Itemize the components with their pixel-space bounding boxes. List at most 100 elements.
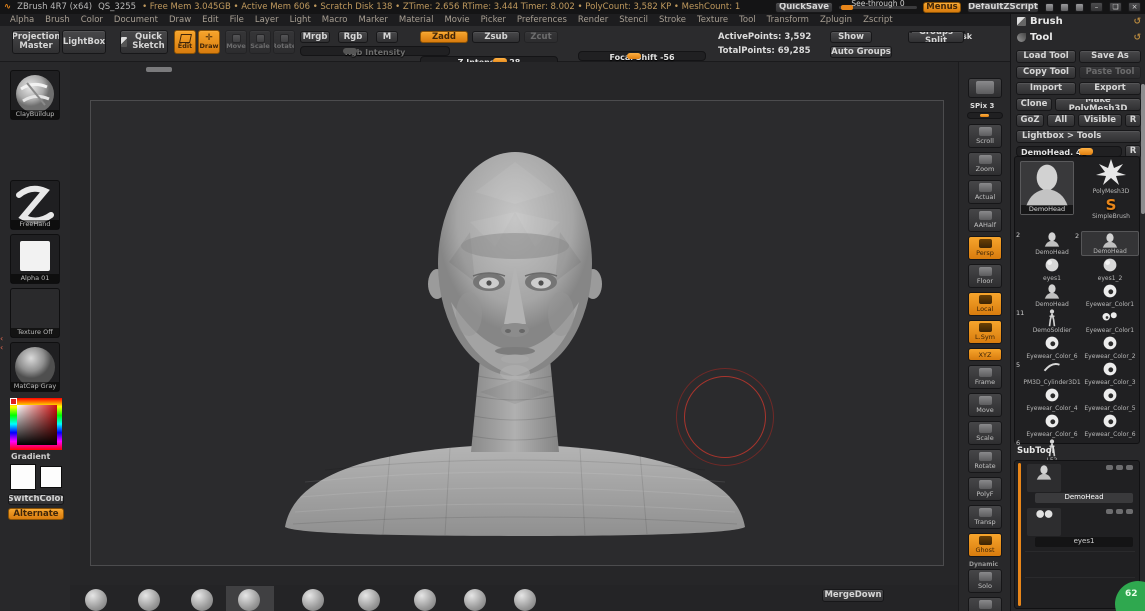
visible-button[interactable]: Visible	[1078, 114, 1122, 127]
tray-thumbnail-8[interactable]	[514, 589, 536, 611]
aahalf-button[interactable]: AAHalf	[968, 208, 1002, 232]
minimize-button[interactable]: –	[1090, 2, 1103, 12]
menu-item-texture[interactable]: Texture	[697, 15, 728, 25]
menu-item-light[interactable]: Light	[290, 15, 311, 25]
copy-tool-button[interactable]: Copy Tool	[1016, 66, 1076, 79]
alternate-button[interactable]: Alternate	[8, 508, 64, 520]
current-alpha-thumbnail[interactable]: Alpha 01	[10, 234, 60, 284]
move-button[interactable]: Move	[225, 30, 247, 54]
menus-button[interactable]: Menus	[923, 2, 961, 13]
menu-item-alpha[interactable]: Alpha	[10, 15, 34, 25]
simplebrush-tool[interactable]: S SimpleBrush	[1083, 197, 1139, 227]
menu-item-document[interactable]: Document	[114, 15, 158, 25]
subtool-item-eyes1[interactable]: eyes1	[1025, 507, 1135, 549]
lightbox-tools-bar[interactable]: Lightbox > Tools	[1016, 130, 1141, 143]
frame-button[interactable]: Frame	[968, 365, 1002, 389]
polyf-button[interactable]: PolyF	[968, 477, 1002, 501]
current-stroke-thumbnail[interactable]: FreeHand	[10, 180, 60, 230]
subtool-visibility-icons[interactable]	[1106, 509, 1133, 514]
menu-item-color[interactable]: Color	[81, 15, 103, 25]
move-button[interactable]: Move	[968, 393, 1002, 417]
spix-slider[interactable]	[967, 112, 1003, 119]
zsub-button[interactable]: Zsub	[472, 31, 520, 43]
tool-item-eyewear_color_6[interactable]: Eyewear_Color_6	[1023, 413, 1081, 438]
see-through-slider[interactable]: See-through 0	[839, 2, 917, 13]
menu-item-zplugin[interactable]: Zplugin	[820, 15, 852, 25]
menu-item-render[interactable]: Render	[578, 15, 608, 25]
menu-item-file[interactable]: File	[230, 15, 244, 25]
rgb-intensity-slider[interactable]: Rgb Intensity	[300, 46, 450, 56]
xpose-button[interactable]: Xpose	[968, 597, 1002, 611]
restore-button[interactable]: ❏	[1109, 2, 1122, 12]
subtool-visibility-icons[interactable]	[1106, 465, 1133, 470]
lsym-button[interactable]: L.Sym	[968, 320, 1002, 344]
zcut-button[interactable]: Zcut	[524, 31, 558, 43]
canvas-hscrollbar[interactable]	[146, 67, 172, 72]
quick-sketch-button[interactable]: Quick Sketch	[120, 30, 168, 54]
main-color-swatch[interactable]	[10, 464, 36, 490]
canvas-viewport[interactable]	[70, 62, 958, 585]
load-tool-button[interactable]: Load Tool	[1016, 50, 1076, 63]
all-button[interactable]: All	[1047, 114, 1075, 127]
groups-split-button[interactable]: Groups Split	[908, 31, 964, 43]
tool-item-eyewear_color_2[interactable]: Eyewear_Color_2	[1081, 335, 1139, 360]
tool-item-demohead[interactable]: DemoHead	[1023, 283, 1081, 308]
menu-item-brush[interactable]: Brush	[45, 15, 70, 25]
menu-item-macro[interactable]: Macro	[322, 15, 348, 25]
local-button[interactable]: Local	[968, 292, 1002, 316]
tool-item-eyes1_2[interactable]: eyes1_2	[1081, 257, 1139, 282]
clone-button[interactable]: Clone	[1016, 98, 1052, 111]
ghost-button[interactable]: Ghost	[968, 533, 1002, 557]
tray-thumbnail-0[interactable]	[85, 589, 107, 611]
subtool-item-demohead[interactable]: DemoHead	[1025, 463, 1135, 505]
menu-item-transform[interactable]: Transform	[767, 15, 809, 25]
current-texture-thumbnail[interactable]: Texture Off	[10, 288, 60, 338]
scale-button[interactable]: Scale	[968, 421, 1002, 445]
tool-item-demosoldier[interactable]: DemoSoldier11	[1023, 309, 1081, 334]
import-button[interactable]: Import	[1016, 82, 1076, 95]
goz-button[interactable]: GoZ	[1016, 114, 1044, 127]
r-button[interactable]: R	[1125, 114, 1141, 127]
projection-master-button[interactable]: Projection Master	[12, 30, 60, 54]
close-button[interactable]: ×	[1128, 2, 1141, 12]
menu-item-picker[interactable]: Picker	[481, 15, 506, 25]
focal-shift-slider[interactable]: Focal Shift -56	[578, 51, 706, 61]
menu-item-marker[interactable]: Marker	[359, 15, 388, 25]
tray-thumbnail-3[interactable]	[238, 589, 260, 611]
lock-icon[interactable]	[1075, 3, 1084, 12]
default-zscript-button[interactable]: DefaultZScript	[967, 2, 1039, 13]
tool-item-eyewear_color_5[interactable]: Eyewear_Color_5	[1081, 387, 1139, 412]
menu-item-zscript[interactable]: Zscript	[863, 15, 893, 25]
divider-collapse-icon[interactable]: ‹‹	[0, 334, 3, 352]
brush-reset-icon[interactable]: ↺	[1133, 17, 1141, 27]
tool-item-eyewear_color_3[interactable]: Eyewear_Color_3	[1081, 361, 1139, 386]
tool-item-pm3d_cylinder3d1[interactable]: PM3D_Cylinder3D15	[1023, 361, 1081, 386]
tray-thumbnail-4[interactable]	[302, 589, 324, 611]
zoom-button[interactable]: Zoom	[968, 152, 1002, 176]
lightbox-button[interactable]: LightBox	[62, 30, 106, 54]
tool-palette-header[interactable]: Tool ↺	[1017, 32, 1141, 43]
export-button[interactable]: Export	[1079, 82, 1141, 95]
menu-item-movie[interactable]: Movie	[444, 15, 469, 25]
rgb-button[interactable]: Rgb	[338, 31, 368, 43]
tray-thumbnail-5[interactable]	[358, 589, 380, 611]
tool-item-demohead[interactable]: DemoHead2	[1023, 231, 1081, 256]
edit-button[interactable]: Edit	[174, 30, 196, 54]
menu-item-stencil[interactable]: Stencil	[619, 15, 648, 25]
auto-groups-button[interactable]: Auto Groups	[830, 46, 892, 58]
show-button[interactable]: Show	[830, 31, 872, 43]
tool-item-eyewear_color_6[interactable]: Eyewear_Color_6	[1023, 335, 1081, 360]
menu-item-layer[interactable]: Layer	[255, 15, 279, 25]
scale-button[interactable]: Scale	[249, 30, 271, 54]
current-material-thumbnail[interactable]: MatCap Gray	[10, 342, 60, 392]
demohead-model[interactable]	[265, 152, 765, 537]
tool-item-eyewear_color_4[interactable]: Eyewear_Color_4	[1023, 387, 1081, 412]
m-button[interactable]: M	[376, 31, 398, 43]
scroll-button[interactable]: Scroll	[968, 124, 1002, 148]
tray-thumbnail-1[interactable]	[138, 589, 160, 611]
current-tool-thumbnail[interactable]: DemoHead	[1020, 161, 1074, 215]
bpr-button[interactable]	[968, 78, 1002, 98]
brush-palette-header[interactable]: Brush ↺	[1017, 16, 1141, 27]
tool-item-demohead[interactable]: DemoHead2	[1081, 231, 1139, 256]
quicksave-button[interactable]: QuickSave	[775, 2, 833, 13]
